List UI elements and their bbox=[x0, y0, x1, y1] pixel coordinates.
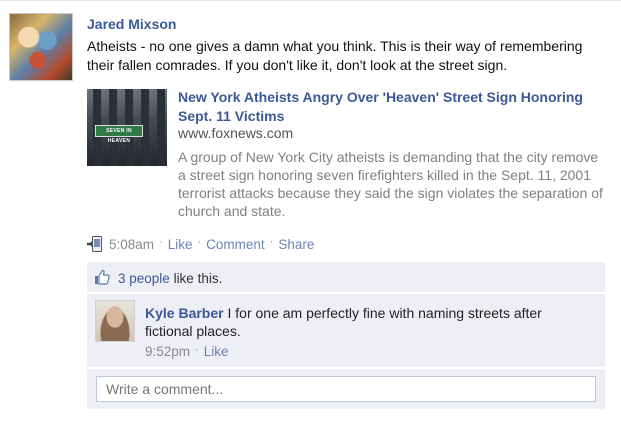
separator-dot: · bbox=[195, 343, 199, 356]
likes-summary: 3 people like this. bbox=[118, 271, 222, 286]
comment-item: Kyle Barber I for one am perfectly fine … bbox=[87, 294, 605, 367]
comment-meta: 9:52pm · Like bbox=[145, 343, 229, 360]
likes-bar: 3 people like this. bbox=[87, 262, 605, 292]
attachment-domain: www.foxnews.com bbox=[178, 125, 294, 141]
post-timestamp[interactable]: 5:08am bbox=[109, 237, 154, 252]
separator-dot: · bbox=[197, 236, 202, 248]
comment-link[interactable]: Comment bbox=[206, 237, 265, 252]
likes-people-link[interactable]: 3 people bbox=[118, 271, 170, 286]
likes-suffix: like this. bbox=[169, 271, 223, 286]
comment-body: Kyle Barber I for one am perfectly fine … bbox=[145, 304, 585, 340]
divider bbox=[0, 0, 621, 1]
write-comment-area bbox=[87, 369, 605, 409]
attachment-description: A group of New York City atheists is dem… bbox=[178, 149, 603, 219]
street-sign: SEVEN IN HEAVEN bbox=[95, 125, 143, 144]
post-author-name[interactable]: Jared Mixson bbox=[87, 16, 176, 32]
attachment-title-link[interactable]: New York Atheists Angry Over 'Heaven' St… bbox=[178, 88, 598, 126]
share-link[interactable]: Share bbox=[278, 237, 314, 252]
comment-timestamp[interactable]: 9:52pm bbox=[145, 344, 190, 359]
comment-like-link[interactable]: Like bbox=[204, 344, 229, 359]
link-attachment: SEVEN IN HEAVEN New York Atheists Angry … bbox=[87, 86, 612, 226]
author-avatar[interactable] bbox=[9, 13, 73, 81]
commenter-avatar[interactable] bbox=[95, 300, 135, 342]
mobile-upload-icon bbox=[87, 235, 103, 253]
comment-author-name[interactable]: Kyle Barber bbox=[145, 305, 224, 321]
separator-dot: · bbox=[159, 236, 163, 248]
feed-story: Jared Mixson Atheists - no one gives a d… bbox=[0, 0, 621, 421]
post-meta-row: 5:08am · Like · Comment · Share bbox=[87, 234, 314, 254]
post-message: Atheists - no one gives a damn what you … bbox=[87, 38, 583, 73]
comment-input[interactable] bbox=[96, 376, 596, 402]
attachment-thumbnail[interactable]: SEVEN IN HEAVEN bbox=[87, 89, 167, 166]
separator-dot: · bbox=[269, 236, 274, 248]
thumbs-up-icon bbox=[95, 269, 110, 285]
like-link[interactable]: Like bbox=[168, 237, 193, 252]
